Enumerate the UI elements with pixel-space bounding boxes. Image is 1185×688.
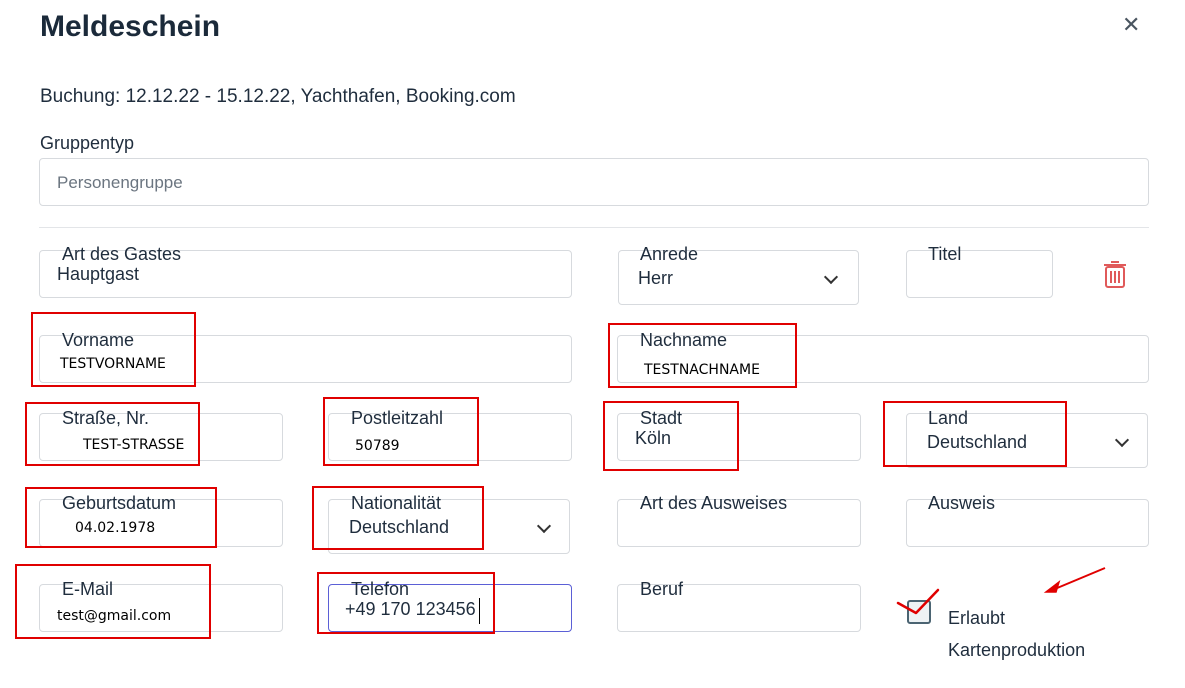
annotation-checkmark — [896, 588, 940, 615]
annotation-arrow — [1049, 567, 1106, 592]
annotation-marks — [896, 567, 1106, 615]
annotation-arrowhead — [1043, 579, 1061, 593]
